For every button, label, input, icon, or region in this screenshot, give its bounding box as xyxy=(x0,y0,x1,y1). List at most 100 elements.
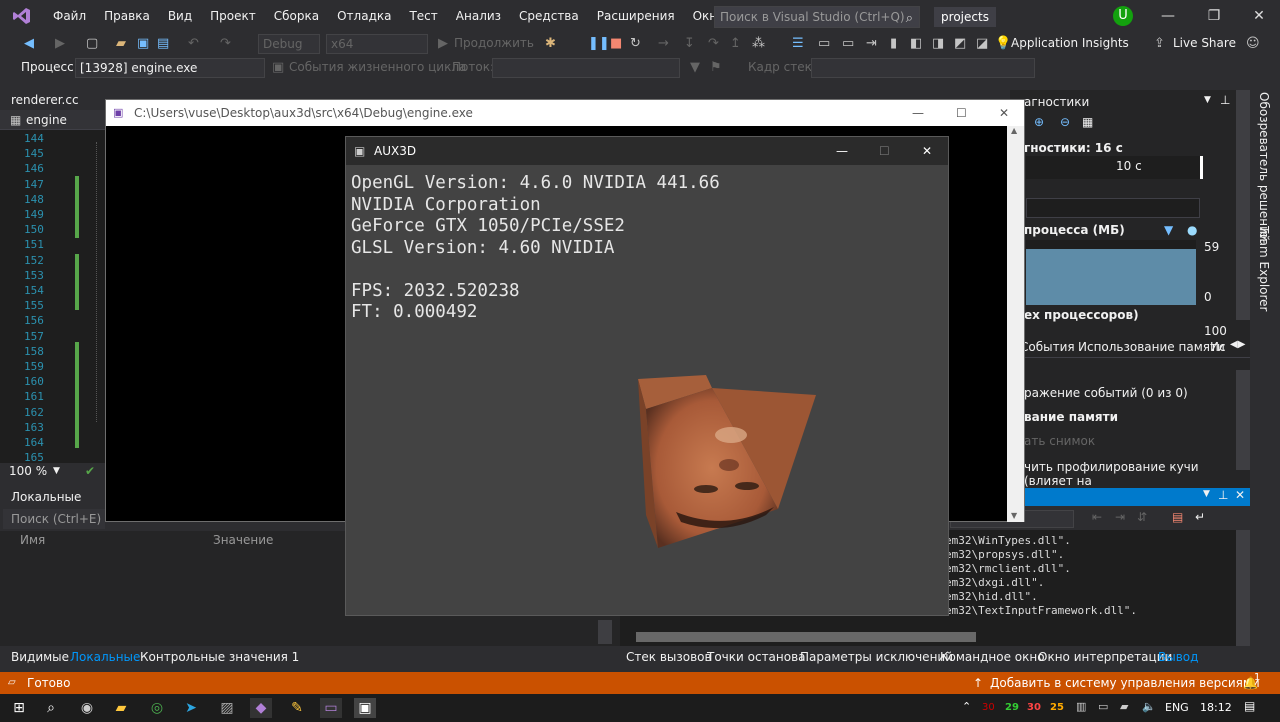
console-minimize-icon[interactable]: — xyxy=(912,100,924,126)
visual-studio-taskbar-icon[interactable]: ◆ xyxy=(250,698,272,718)
diag-lower-scrollbar[interactable] xyxy=(1236,370,1250,470)
menu-item-1[interactable]: Правка xyxy=(95,0,159,32)
save-icon[interactable]: ▣ xyxy=(137,36,149,51)
stop-icon[interactable]: ■ xyxy=(610,36,622,51)
photos-icon[interactable]: ▨ xyxy=(216,698,238,718)
console-title-bar[interactable]: ▣ C:\Users\vuse\Desktop\aux3d\src\x64\De… xyxy=(106,100,1024,126)
tab-locals[interactable]: Локальные xyxy=(70,650,140,664)
new-item-icon[interactable]: ▢ xyxy=(86,36,98,51)
taskbar-search-icon[interactable]: ⌕ xyxy=(40,698,62,718)
console-close-icon[interactable]: ✕ xyxy=(999,100,1009,126)
timeline[interactable]: 10 с xyxy=(1026,156,1203,179)
output-menu-icon[interactable]: ▼ xyxy=(1203,489,1210,499)
tab-immediate-window[interactable]: Окно интерпретации xyxy=(1038,650,1172,664)
feedback-icon[interactable]: ☺ xyxy=(1246,36,1260,51)
restart-icon[interactable]: ↻ xyxy=(630,36,641,51)
pin-icon[interactable]: ⊥ xyxy=(1220,93,1230,107)
indent-icon[interactable]: ⇥ xyxy=(866,36,877,51)
menu-item-6[interactable]: Тест xyxy=(400,0,446,32)
process-select[interactable]: [13928] engine.exe xyxy=(75,58,265,78)
thread-select[interactable] xyxy=(492,58,680,78)
locals-col-name[interactable]: Имя xyxy=(20,533,45,547)
menu-item-5[interactable]: Отладка xyxy=(328,0,400,32)
tab-autos[interactable]: Видимые xyxy=(11,650,69,664)
flag-icon[interactable]: ⚑ xyxy=(710,60,722,75)
play-icon[interactable]: ▶ xyxy=(438,36,448,51)
folder-tray-icon[interactable]: ▰ xyxy=(1120,700,1128,713)
scroll-up-icon[interactable]: ▲ xyxy=(1011,126,1017,135)
pause-icon[interactable]: ❚❚ xyxy=(588,36,610,51)
output-vscrollbar[interactable] xyxy=(1236,530,1250,646)
minimize-icon[interactable]: — xyxy=(1145,0,1191,32)
close-icon[interactable]: ✕ xyxy=(1236,0,1280,32)
panel-menu-icon[interactable]: ▼ xyxy=(1204,95,1211,105)
diag-scrollbar[interactable] xyxy=(1236,90,1250,320)
tab-cpu[interactable]: Ис xyxy=(1210,340,1226,354)
aux3d-window[interactable]: ▣ AUX3D — ☐ ✕ OpenGL Version: 4.6.0 NVID… xyxy=(345,136,949,616)
snapshot-button[interactable]: ать снимок xyxy=(1024,434,1095,448)
tray-app-icon[interactable]: ▥ xyxy=(1076,700,1086,713)
bookmark-icon[interactable]: ▮ xyxy=(890,36,897,51)
goto-line-icon[interactable]: ⇵ xyxy=(1137,510,1147,524)
tab-team-explorer[interactable]: Team Explorer xyxy=(1257,226,1271,312)
goto-next-icon[interactable]: ⇥ xyxy=(1115,510,1125,524)
file-explorer-icon[interactable]: ▰ xyxy=(110,698,132,718)
editor-nav-project[interactable]: ▦ engine xyxy=(0,110,105,130)
filter-icon[interactable]: ▼ xyxy=(690,60,700,75)
tab-output[interactable]: Вывод xyxy=(1158,650,1198,664)
scroll-down-icon[interactable]: ▼ xyxy=(1011,511,1017,520)
steam-icon[interactable]: ◉ xyxy=(76,698,98,718)
tray-expand-icon[interactable]: ⌃ xyxy=(962,700,971,713)
menu-item-3[interactable]: Проект xyxy=(201,0,265,32)
word-wrap-icon[interactable]: ↵ xyxy=(1195,510,1205,524)
output-close-icon[interactable]: ✕ xyxy=(1235,488,1245,502)
thread-icon[interactable]: ☰ xyxy=(792,36,804,51)
zoom-in-icon[interactable]: ⊕ xyxy=(1034,115,1044,129)
stack-frame-select[interactable] xyxy=(811,58,1035,78)
save-all-icon[interactable]: ▤ xyxy=(157,36,169,51)
tab-solution-explorer[interactable]: Обозреватель решений xyxy=(1257,92,1271,242)
forward-icon[interactable]: ▶ xyxy=(55,36,65,51)
uncomment-icon[interactable]: ▭ xyxy=(842,36,854,51)
continue-button[interactable]: Продолжить xyxy=(454,36,534,50)
tab-memory-usage[interactable]: Использование памяти xyxy=(1078,340,1225,354)
console-scrollbar[interactable]: ▲ ▼ xyxy=(1007,126,1024,522)
locals-scrollbar[interactable] xyxy=(598,620,612,644)
lifecycle-select[interactable]: События жизненного цикла xyxy=(289,60,466,74)
language-indicator[interactable]: ENG xyxy=(1165,701,1189,714)
menu-item-9[interactable]: Расширения xyxy=(588,0,684,32)
step-over-icon[interactable]: ↷ xyxy=(708,36,719,51)
tab-breakpoints[interactable]: Точки останова xyxy=(707,650,806,664)
volume-icon[interactable]: 🔈 xyxy=(1142,700,1156,713)
open-folder-icon[interactable]: ▰ xyxy=(116,36,126,51)
step-into-icon[interactable]: ↧ xyxy=(684,36,695,51)
step-out-icon[interactable]: ↥ xyxy=(730,36,741,51)
back-icon[interactable]: ◀ xyxy=(24,36,34,51)
undo-icon[interactable]: ↶ xyxy=(188,36,199,51)
menu-item-2[interactable]: Вид xyxy=(159,0,201,32)
zoom-level[interactable]: 100 % ▼ ✔ xyxy=(0,463,105,480)
goto-prev-icon[interactable]: ⇤ xyxy=(1092,510,1102,524)
menu-item-0[interactable]: Файл xyxy=(44,0,95,32)
hex-icon[interactable]: ⁂ xyxy=(752,36,765,51)
config-select[interactable]: Debug xyxy=(258,34,320,54)
output-hscrollbar[interactable] xyxy=(636,632,976,642)
action-center-icon[interactable]: ▤ xyxy=(1244,699,1255,713)
app-insights-button[interactable]: Application Insights xyxy=(1011,36,1129,50)
heap-profiling-checkbox[interactable]: чить профилирование кучи (влияет на xyxy=(1024,460,1250,488)
live-share-button[interactable]: Live Share xyxy=(1173,36,1236,50)
debug-target-icon[interactable]: ✱ xyxy=(545,36,556,51)
windows-start-icon[interactable]: ⊞ xyxy=(8,698,30,718)
console-maximize-icon[interactable]: ☐ xyxy=(956,100,967,126)
bookmark-clear-icon[interactable]: ◪ xyxy=(976,36,988,51)
bookmark-next-icon[interactable]: ◨ xyxy=(932,36,944,51)
tab-command-window[interactable]: Командное окно xyxy=(940,650,1045,664)
locals-col-value[interactable]: Значение xyxy=(213,533,273,547)
maximize-icon[interactable]: ❐ xyxy=(1191,0,1237,32)
zoom-out-icon[interactable]: ⊖ xyxy=(1060,115,1070,129)
code-editor[interactable]: 144 145 146 147 148 149 150 151 152 153 154 155 156 1… xyxy=(0,130,105,464)
network-icon[interactable]: ▭ xyxy=(1098,700,1108,713)
chrome-icon[interactable]: ◎ xyxy=(146,698,168,718)
tab-watch[interactable]: Контрольные значения 1 xyxy=(140,650,299,664)
aux3d-taskbar-icon[interactable]: ▣ xyxy=(354,698,376,718)
